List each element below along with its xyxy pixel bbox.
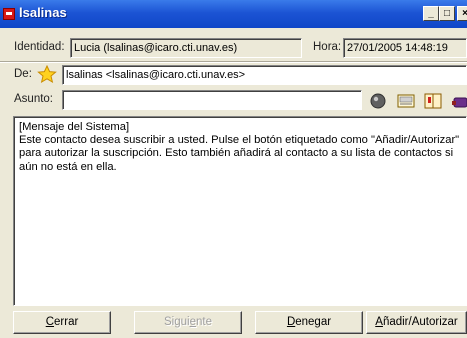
deny-accel: D	[286, 316, 296, 328]
message-area[interactable]: [Mensaje del Sistema] Este contacto dese…	[13, 116, 467, 306]
subject-input[interactable]	[62, 90, 362, 110]
window-title: lsalinas	[19, 5, 67, 20]
close-accel: C	[45, 316, 55, 328]
app-icon	[3, 8, 15, 20]
minimize-button[interactable]: _	[423, 6, 439, 21]
time-label: Hora:	[313, 41, 342, 53]
maximize-button[interactable]: □	[439, 6, 455, 21]
message-header: [Mensaje del Sistema]	[19, 121, 130, 133]
from-field[interactable]: lsalinas <lsalinas@icaro.cti.unav.es>	[62, 65, 467, 85]
close-button[interactable]: Cerrar	[13, 311, 111, 334]
id-card-icon[interactable]	[396, 92, 416, 110]
identity-field: Lucia (lsalinas@icaro.cti.unav.es)	[70, 38, 302, 58]
star-icon[interactable]	[37, 64, 57, 84]
address-book-icon[interactable]	[423, 92, 443, 110]
next-button: Siguiente	[134, 311, 242, 334]
title-bar[interactable]: lsalinas _ □ ×	[0, 0, 467, 28]
identity-label: Identidad:	[14, 41, 65, 53]
extra-tool-icon[interactable]	[451, 92, 467, 110]
time-field: 27/01/2005 14:48:19	[343, 38, 467, 58]
from-label: De:	[14, 68, 32, 80]
emoticon-icon[interactable]	[369, 92, 387, 110]
next-label-end: nte	[195, 316, 212, 328]
chat-window: lsalinas _ □ × Identidad: Lucia (lsalina…	[0, 0, 467, 338]
separator	[0, 61, 467, 63]
add-label: ñadir/Autorizar	[382, 316, 458, 328]
add-authorize-button[interactable]: Añadir/Autorizar	[366, 311, 467, 334]
deny-label: enegar	[295, 316, 332, 328]
add-accel: A	[375, 316, 383, 328]
subject-label: Asunto:	[14, 93, 53, 105]
close-label: errar	[54, 316, 79, 328]
next-label-start: Sigui	[164, 316, 190, 328]
close-window-button[interactable]: ×	[457, 6, 467, 21]
deny-button[interactable]: Denegar	[255, 311, 363, 334]
message-body: Este contacto desea suscribir a usted. P…	[19, 134, 460, 173]
